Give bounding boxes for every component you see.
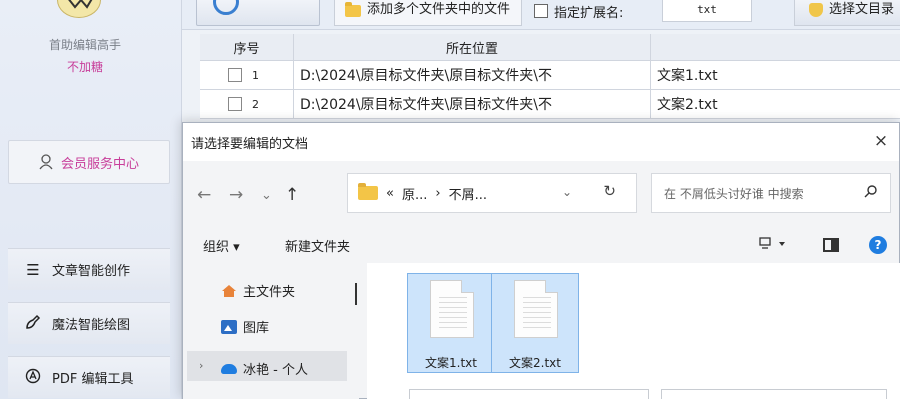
nav-label: PDF 编辑工具 bbox=[52, 372, 134, 387]
app-name: 首助编辑高手 bbox=[48, 38, 121, 52]
path-overflow[interactable]: « bbox=[386, 186, 394, 201]
file-item[interactable]: 文案1.txt bbox=[407, 273, 495, 373]
back-arrow-icon[interactable]: ← bbox=[197, 185, 211, 205]
row-index: 2 bbox=[252, 97, 259, 111]
add-folders-label: 添加多个文件夹中的文件 bbox=[367, 2, 511, 17]
search-input[interactable]: 在 不屑低头讨好谁 中搜索 bbox=[651, 173, 891, 213]
add-files-button[interactable] bbox=[196, 0, 320, 26]
file-name: 文案1.txt bbox=[425, 356, 477, 370]
nav-gallery[interactable]: 图库 bbox=[221, 317, 269, 336]
nav-article-creation[interactable]: ☰ 文章智能创作 bbox=[8, 248, 170, 290]
col-index-header[interactable]: 序号 bbox=[200, 34, 294, 60]
row-file: 文案1.txt bbox=[657, 68, 718, 84]
nav-label: 图库 bbox=[243, 321, 270, 336]
add-circle-icon bbox=[213, 0, 239, 15]
nav-magic-drawing[interactable]: 魔法智能绘图 bbox=[8, 302, 170, 344]
app-logo bbox=[57, 0, 101, 18]
brush-icon bbox=[24, 314, 42, 334]
path-segment-2[interactable]: 不屑... bbox=[449, 184, 487, 203]
path-segment-1[interactable]: 原... bbox=[402, 184, 427, 203]
user-icon bbox=[39, 154, 53, 170]
up-arrow-icon[interactable]: ↑ bbox=[285, 185, 299, 205]
member-service-label: 会员服务中心 bbox=[60, 156, 139, 172]
user-name: 不加糖 bbox=[66, 60, 103, 74]
ext-filter-checkbox[interactable]: 指定扩展名: bbox=[534, 0, 623, 22]
menu-lines-icon: ☰ bbox=[26, 260, 40, 279]
nav-label: 主文件夹 bbox=[243, 285, 296, 300]
text-file-icon bbox=[430, 280, 474, 338]
row-checkbox[interactable] bbox=[228, 97, 242, 111]
file-name: 文案2.txt bbox=[509, 356, 561, 370]
checkbox[interactable] bbox=[534, 4, 548, 18]
open-file-dialog: 请选择要编辑的文档 × ← → ⌄ ↑ « 原... › 不屑... ⌄ ↻ 在… bbox=[182, 122, 900, 399]
search-icon[interactable] bbox=[864, 184, 878, 202]
view-menu-icon[interactable] bbox=[759, 237, 789, 255]
organize-menu[interactable]: 组织 ▾ bbox=[203, 236, 240, 255]
filetype-select[interactable] bbox=[661, 389, 887, 399]
table-row[interactable]: 2 D:\2024\原目标文件夹\原目标文件夹\不 文案2.txt bbox=[200, 90, 900, 119]
col-location-header[interactable]: 所在位置 bbox=[294, 34, 651, 60]
table-header: 序号 所在位置 bbox=[200, 34, 900, 61]
address-bar: ← → ⌄ ↑ « 原... › 不屑... ⌄ ↻ 在 不屑低头讨好谁 中搜索 bbox=[183, 161, 899, 227]
folder-icon bbox=[358, 183, 378, 200]
path-breadcrumb[interactable]: « 原... › 不屑... ⌄ ↻ bbox=[347, 173, 637, 213]
chevron-right-icon[interactable]: › bbox=[199, 359, 203, 372]
add-folders-button[interactable]: 添加多个文件夹中的文件 bbox=[334, 0, 522, 26]
row-location: D:\2024\原目标文件夹\原目标文件夹\不 bbox=[294, 90, 651, 118]
path-separator: › bbox=[435, 185, 441, 201]
col-file-header[interactable] bbox=[651, 34, 900, 60]
help-icon[interactable]: ? bbox=[869, 236, 887, 254]
ext-input[interactable]: txt bbox=[662, 0, 752, 22]
top-toolbar: 添加多个文件夹中的文件 指定扩展名: txt 选择文目录 bbox=[182, 0, 900, 30]
close-icon[interactable]: × bbox=[873, 133, 889, 150]
chevron-down-icon[interactable]: ⌄ bbox=[562, 185, 572, 199]
sidebar: 首助编辑高手 不加糖 会员服务中心 ☰ 文章智能创作 魔法智能绘图 PDF 编辑… bbox=[0, 0, 182, 399]
pdf-tool-icon bbox=[24, 368, 42, 388]
select-dir-button[interactable]: 选择文目录 bbox=[794, 0, 900, 26]
table-row[interactable]: 1 D:\2024\原目标文件夹\原目标文件夹\不 文案1.txt bbox=[200, 61, 900, 90]
command-bar: 组织 ▾ 新建文件夹 ? bbox=[183, 227, 899, 263]
file-list: 文案1.txt 文案2.txt bbox=[367, 263, 900, 399]
refresh-icon[interactable]: ↻ bbox=[603, 182, 616, 200]
row-file: 文案2.txt bbox=[657, 97, 718, 113]
member-service-button[interactable]: 会员服务中心 bbox=[8, 140, 170, 184]
shield-icon bbox=[809, 3, 823, 17]
row-index: 1 bbox=[252, 68, 259, 82]
row-location: D:\2024\原目标文件夹\原目标文件夹\不 bbox=[294, 61, 651, 89]
cloud-icon bbox=[221, 363, 237, 374]
preview-pane-icon[interactable] bbox=[823, 238, 839, 252]
dialog-title: 请选择要编辑的文档 bbox=[191, 136, 309, 152]
nav-label: 文章智能创作 bbox=[52, 264, 131, 279]
nav-label: 冰艳 - 个人 bbox=[243, 363, 308, 378]
filename-input[interactable] bbox=[409, 389, 649, 399]
file-table: 序号 所在位置 1 D:\2024\原目标文件夹\原目标文件夹\不 文案1.tx… bbox=[200, 34, 900, 119]
row-checkbox[interactable] bbox=[228, 68, 242, 82]
pane-splitter[interactable] bbox=[355, 283, 357, 305]
ext-filter-label: 指定扩展名: bbox=[554, 5, 624, 21]
nav-label: 魔法智能绘图 bbox=[52, 318, 131, 333]
navigation-pane: 主文件夹 图库 › 冰艳 - 个人 bbox=[183, 263, 359, 399]
dialog-titlebar: 请选择要编辑的文档 × bbox=[183, 123, 899, 161]
folder-icon bbox=[345, 2, 361, 17]
chevron-down-icon[interactable]: ⌄ bbox=[261, 188, 272, 203]
file-item[interactable]: 文案2.txt bbox=[491, 273, 579, 373]
gallery-icon bbox=[221, 319, 237, 334]
search-placeholder: 在 不屑低头讨好谁 中搜索 bbox=[664, 186, 804, 201]
nav-pdf-tool[interactable]: PDF 编辑工具 bbox=[8, 356, 170, 398]
nav-home-folder[interactable]: 主文件夹 bbox=[221, 281, 295, 300]
text-file-icon bbox=[514, 280, 558, 338]
nav-onedrive-personal[interactable]: 冰艳 - 个人 bbox=[221, 359, 308, 378]
select-dir-label: 选择文目录 bbox=[829, 2, 895, 17]
home-icon bbox=[221, 284, 237, 298]
forward-arrow-icon[interactable]: → bbox=[229, 185, 243, 205]
new-folder-button[interactable]: 新建文件夹 bbox=[285, 236, 350, 255]
